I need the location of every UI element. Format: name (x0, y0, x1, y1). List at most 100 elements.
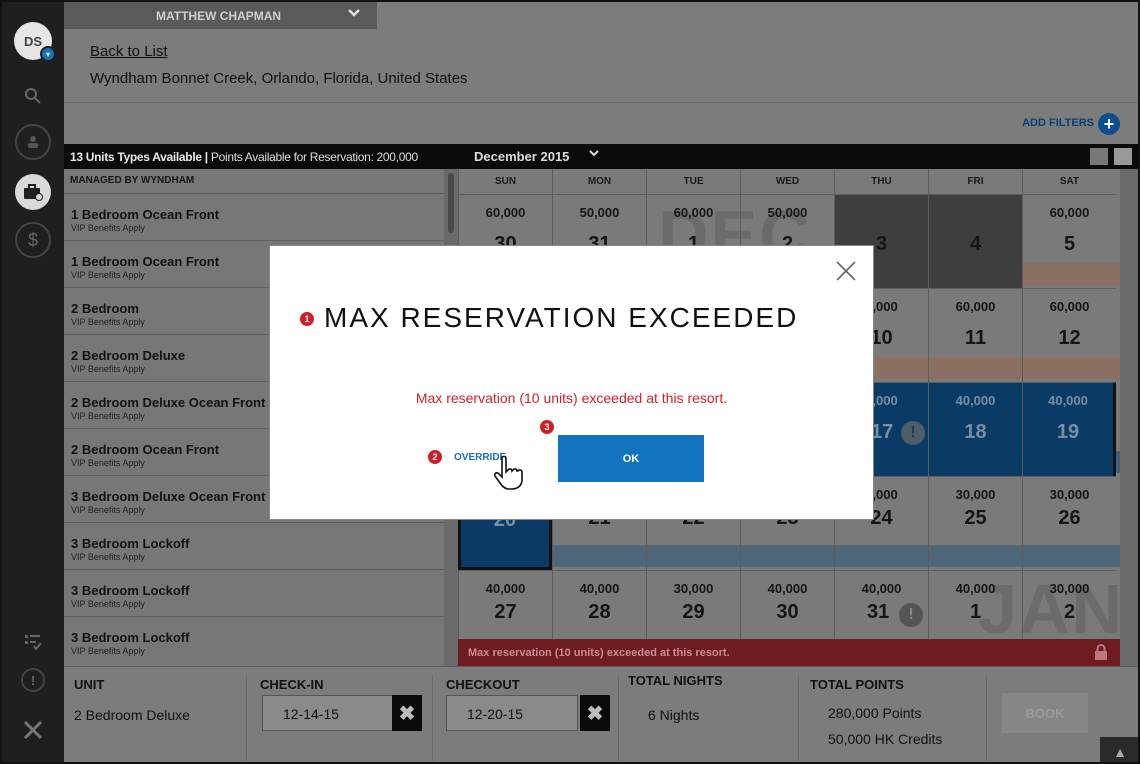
list-heading: MANAGED BY WYNDHAM (70, 175, 195, 186)
day-number: 1 (969, 601, 982, 623)
search-icon[interactable] (15, 78, 51, 114)
units-count: 13 Units Types Available | (70, 150, 208, 164)
dow-header: THU (834, 169, 928, 194)
calendar-day[interactable]: 30,000 26 (1022, 476, 1116, 570)
checkout-label: CHECKOUT (446, 677, 520, 692)
chevron-down-icon[interactable]: ▾ (40, 46, 56, 62)
checkout-field[interactable]: 12-20-15 (446, 695, 578, 731)
list-item[interactable]: 3 Bedroom Lockoff VIP Benefits Apply (64, 522, 444, 569)
unit-benefit: VIP Benefits Apply (71, 646, 145, 656)
calendar-day[interactable]: 60,000 11 (928, 288, 1022, 382)
units-available-text: 13 Units Types Available | Points Availa… (70, 150, 418, 164)
chevron-down-icon[interactable] (588, 147, 600, 161)
add-filters-link[interactable]: ADD FILTERS (1022, 117, 1094, 129)
day-points: 40,000 (1048, 393, 1088, 408)
calendar-day[interactable]: 40,000 1 (928, 570, 1022, 639)
close-icon[interactable] (835, 260, 857, 282)
unit-name: 1 Bedroom Ocean Front (71, 254, 220, 269)
calendar-day[interactable]: 30,000 29 (646, 570, 740, 639)
unit-value: 2 Bedroom Deluxe (74, 707, 190, 723)
close-icon[interactable]: ✖ (580, 695, 610, 731)
back-to-list-link[interactable]: Back to List (90, 43, 168, 60)
list-view-icon[interactable] (1114, 148, 1132, 165)
divider (798, 675, 799, 761)
checkin-label: CHECK-IN (260, 677, 324, 692)
step-badge-2: 2 (428, 450, 442, 464)
alert-icon: ! (901, 421, 925, 445)
day-points: 50,000 (579, 205, 620, 220)
day-number: 27 (494, 601, 517, 623)
calendar-day[interactable]: 40,000 27 (458, 570, 552, 639)
day-points: 60,000 (673, 205, 714, 220)
chevron-down-icon (347, 7, 361, 21)
day-number: 25 (964, 507, 987, 529)
points-value: 280,000 Points (828, 705, 922, 721)
unit-benefit: VIP Benefits Apply (71, 364, 145, 374)
credits-value: 50,000 HK Credits (828, 731, 943, 747)
calendar-day[interactable]: 40,000 31! (834, 570, 928, 639)
dow-header: FRI (928, 169, 1022, 194)
scrollbar-thumb[interactable] (448, 173, 454, 233)
dow-header: SAT (1022, 169, 1116, 194)
divider (432, 675, 433, 761)
alert-icon[interactable]: ! (21, 668, 45, 692)
lock-icon (1095, 644, 1107, 660)
day-number: 11 (964, 327, 987, 349)
list-item[interactable]: 1 Bedroom Ocean Front VIP Benefits Apply (64, 193, 444, 240)
unit-name: 1 Bedroom Ocean Front (71, 207, 220, 222)
briefcase-add-icon[interactable] (15, 174, 51, 210)
dow-header: MON (552, 169, 646, 194)
dow-header: WED (740, 169, 834, 194)
day-points: 40,000 (579, 581, 620, 596)
checklist-icon[interactable] (15, 624, 51, 660)
checkin-field[interactable]: 12-14-15 (262, 695, 394, 731)
day-number: 2 (1063, 601, 1076, 623)
calendar-day[interactable]: 60,000 12 (1022, 288, 1116, 382)
tools-icon[interactable] (15, 712, 51, 748)
day-number: 30 (776, 601, 799, 623)
user-dropdown[interactable]: MATTHEW CHAPMAN (64, 2, 377, 29)
scrollbar[interactable] (1120, 169, 1138, 666)
calendar-view-icon[interactable] (1090, 148, 1108, 165)
day-points: 60,000 (955, 299, 996, 314)
day-number: 28 (588, 601, 611, 623)
list-item[interactable]: 3 Bedroom Lockoff VIP Benefits Apply (64, 569, 444, 616)
day-points: 60,000 (485, 205, 526, 220)
calendar-error-banner: Max reservation (10 units) exceeded at t… (458, 639, 1120, 666)
month-selector[interactable]: December 2015 (474, 149, 569, 164)
nights-value: 6 Nights (648, 707, 700, 723)
day-number: 5 (1063, 233, 1076, 255)
calendar-day[interactable]: 60,000 5 (1022, 194, 1116, 288)
points-available: Points Available for Reservation: 200,00… (207, 150, 418, 164)
calendar-day-selected[interactable]: 40,000 19 (1022, 382, 1116, 476)
list-item[interactable]: 3 Bedroom Lockoff VIP Benefits Apply (64, 616, 444, 663)
user-icon[interactable] (15, 124, 51, 160)
ok-button[interactable]: OK (558, 435, 704, 482)
filter-bar: ADD FILTERS + (64, 102, 1138, 144)
points-label: TOTAL POINTS (810, 677, 904, 692)
calendar-day[interactable]: 30,000 25 (928, 476, 1022, 570)
day-number: 19 (1056, 421, 1080, 443)
close-icon[interactable]: ✖ (392, 695, 422, 731)
unit-benefit: VIP Benefits Apply (71, 317, 145, 327)
chevron-up-icon[interactable]: ▲ (1100, 737, 1138, 762)
resort-title: Wyndham Bonnet Creek, Orlando, Florida, … (90, 70, 468, 87)
unit-name: 3 Bedroom Deluxe Ocean Front (71, 489, 266, 504)
calendar-day[interactable]: 40,000 28 (552, 570, 646, 639)
unit-name: 2 Bedroom Deluxe (71, 348, 186, 363)
dollar-icon[interactable]: $ (15, 222, 51, 258)
day-points: 60,000 (1049, 299, 1090, 314)
calendar-day[interactable]: 40,000 30 (740, 570, 834, 639)
max-reservation-dialog: 1 MAX RESERVATION EXCEEDED Max reservati… (269, 245, 874, 520)
plus-icon[interactable]: + (1098, 113, 1120, 135)
unit-name: 3 Bedroom Lockoff (71, 536, 190, 551)
sidebar: DS ▾ $ ! (2, 2, 64, 762)
book-button[interactable]: BOOK (1002, 693, 1088, 733)
calendar-day[interactable]: 30,000 2 (1022, 570, 1116, 639)
error-text: Max reservation (10 units) exceeded at t… (468, 647, 730, 659)
day-points: 50,000 (767, 205, 808, 220)
header: MATTHEW CHAPMAN Back to List Wyndham Bon… (64, 2, 1138, 102)
day-number: 12 (1058, 327, 1081, 349)
calendar-day-selected[interactable]: 40,000 18 (928, 382, 1022, 476)
divider (246, 675, 247, 761)
